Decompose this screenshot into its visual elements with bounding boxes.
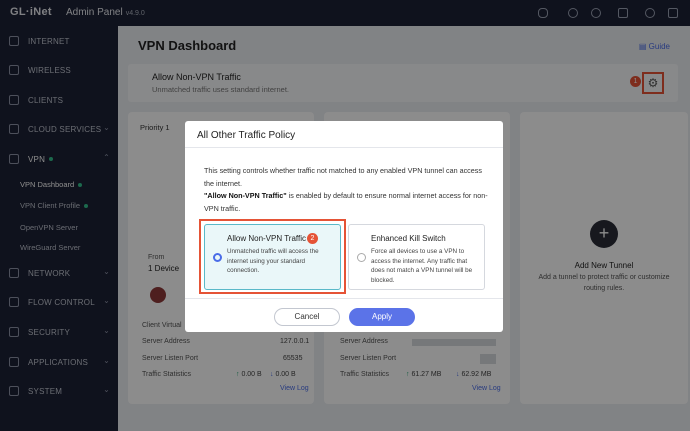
option-allow-non-vpn[interactable]: Allow Non-VPN Traffic 2 Unmatched traffi… (204, 224, 341, 290)
radio-selected[interactable] (213, 253, 222, 262)
traffic-policy-dialog: All Other Traffic Policy This setting co… (185, 121, 503, 332)
option-kill-switch[interactable]: Enhanced Kill Switch Force all devices t… (348, 224, 485, 290)
radio-unselected[interactable] (357, 253, 366, 262)
cancel-button[interactable]: Cancel (274, 308, 340, 326)
dialog-footer: Cancel Apply (185, 298, 503, 332)
option-desc: Unmatched traffic will access the intern… (227, 248, 319, 274)
step-badge: 2 (307, 233, 318, 244)
dialog-title: All Other Traffic Policy (185, 121, 503, 148)
dialog-description: This setting controls whether traffic no… (204, 166, 488, 213)
option-title: Allow Non-VPN Traffic (227, 234, 306, 243)
apply-button[interactable]: Apply (349, 308, 415, 326)
option-desc: Force all devices to use a VPN to access… (371, 248, 473, 284)
option-title: Enhanced Kill Switch (371, 234, 446, 243)
